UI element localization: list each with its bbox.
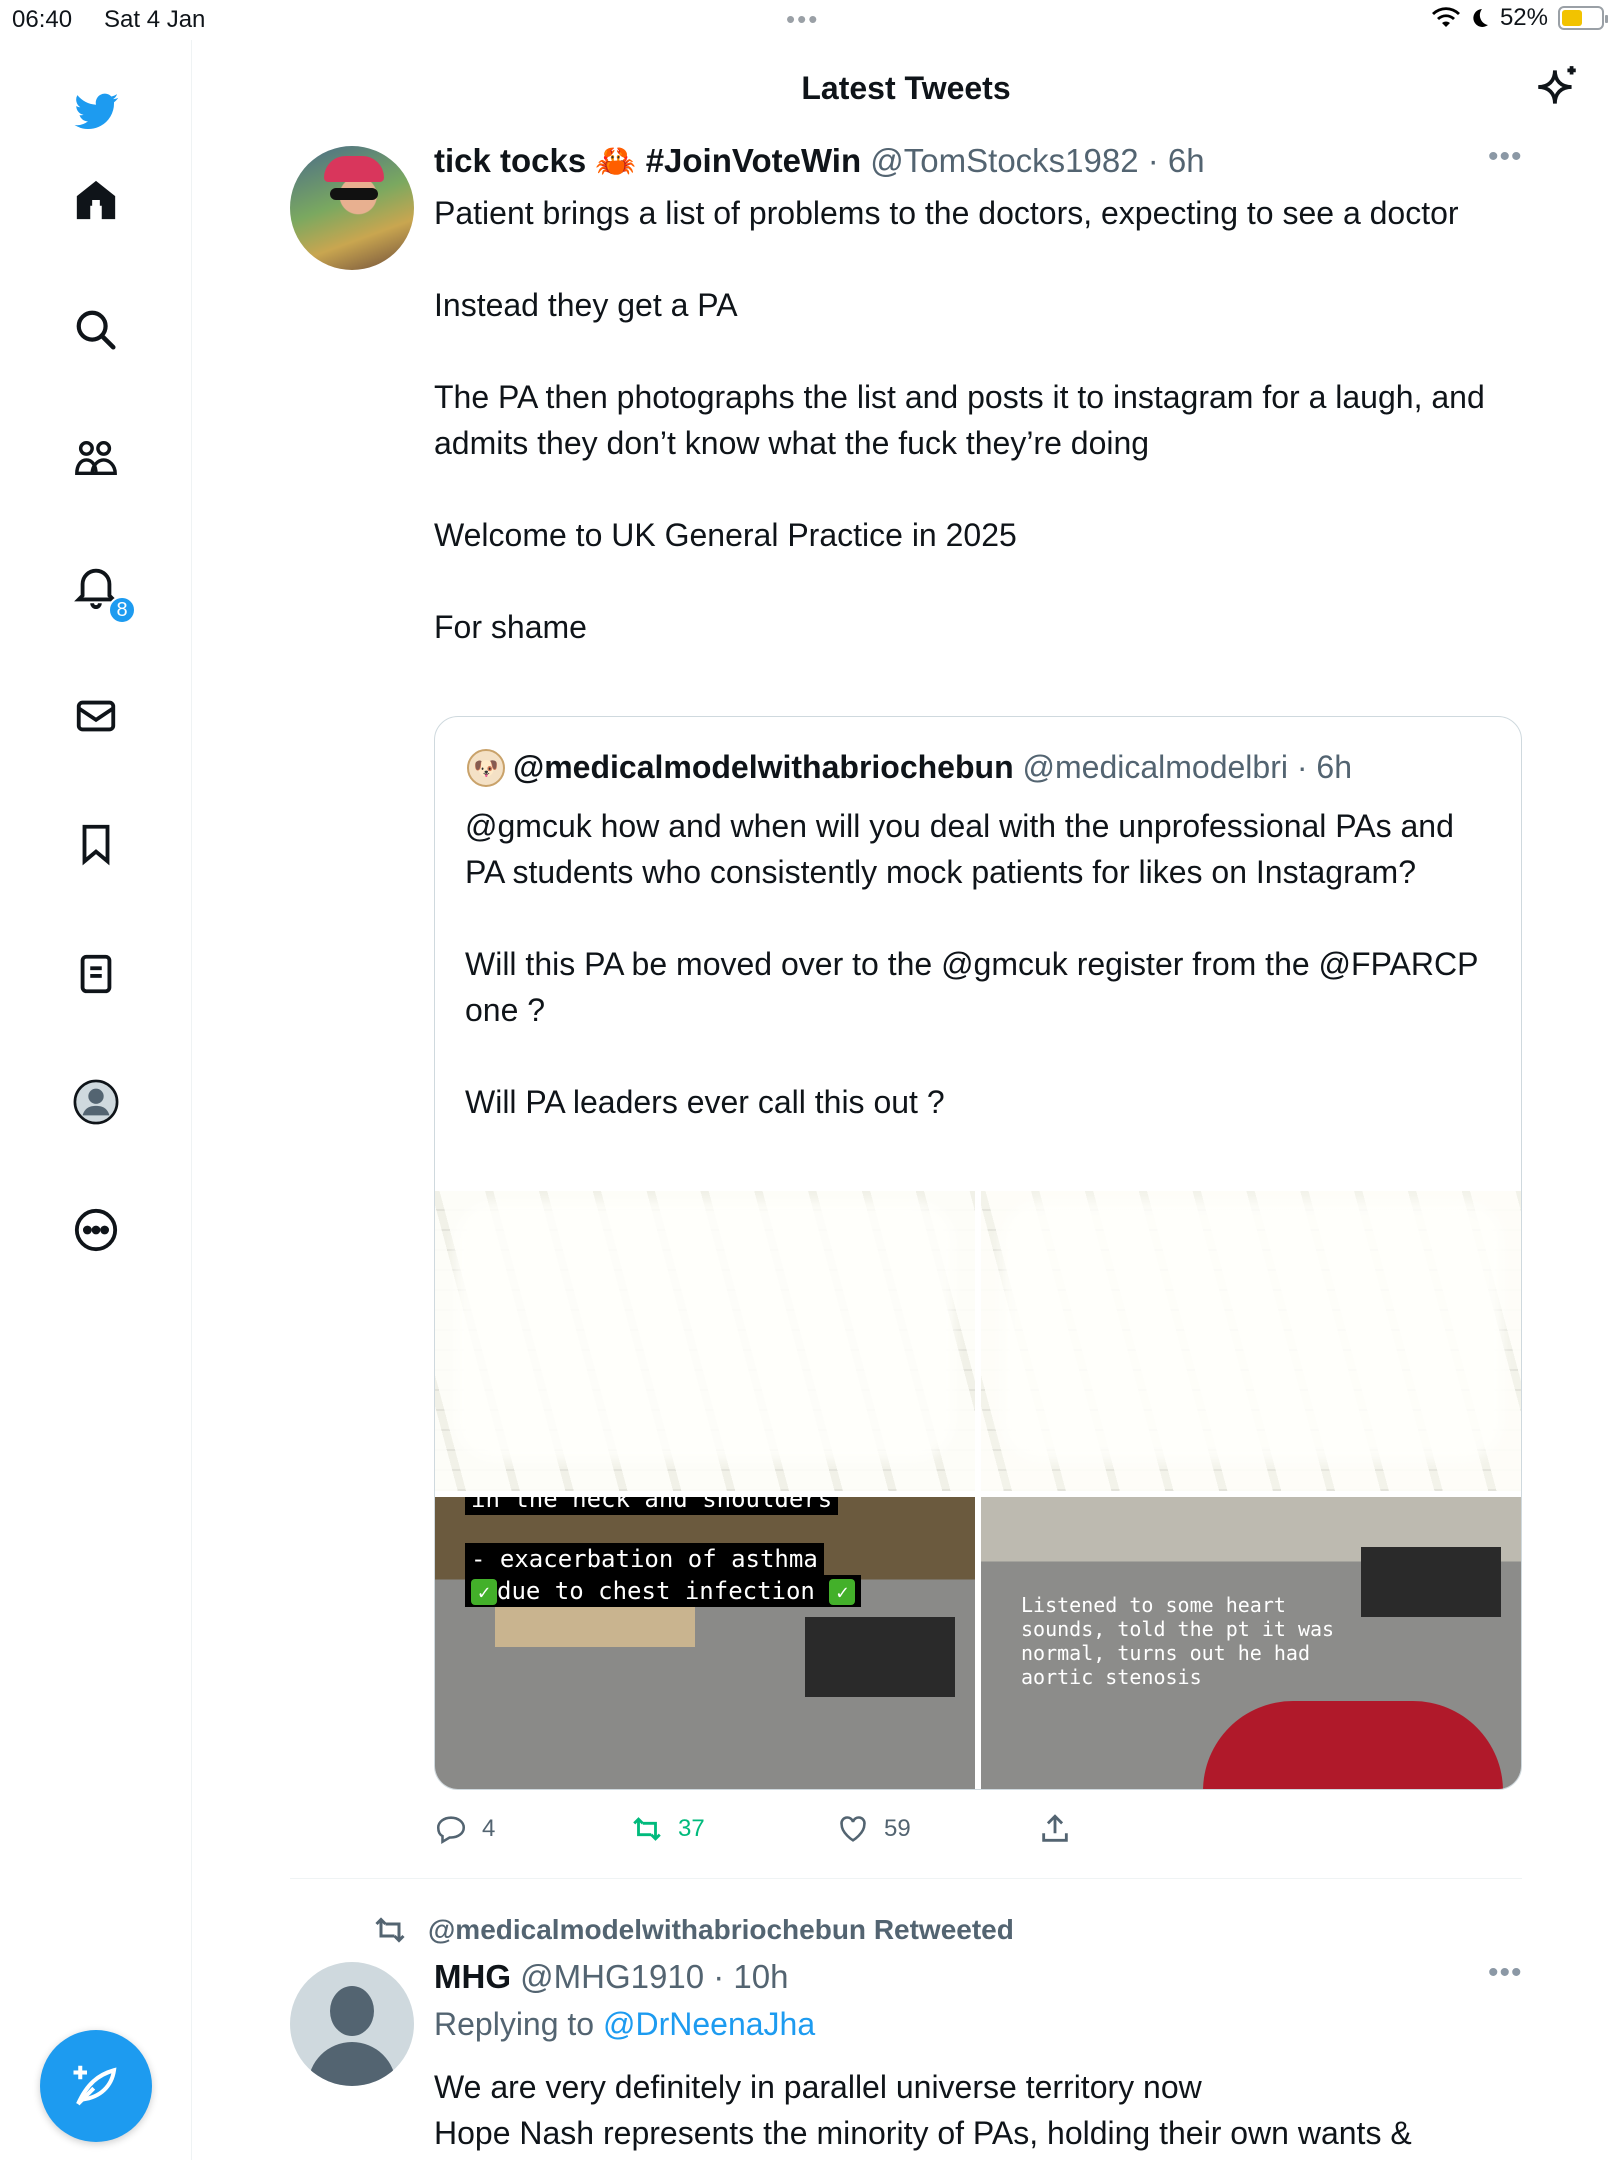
feather-plus-icon bbox=[73, 2065, 117, 2106]
retweet-button[interactable]: 37 bbox=[630, 1812, 705, 1846]
quoted-header: @medicalmodelwithabriochebun @medicalmod… bbox=[513, 749, 1352, 785]
reply-button[interactable]: 4 bbox=[434, 1812, 495, 1846]
heart-icon bbox=[840, 1816, 866, 1842]
quoted-paragraph: Will this PA be moved over to the @gmcuk… bbox=[465, 946, 1478, 1028]
list-icon[interactable] bbox=[68, 946, 124, 1002]
replying-prefix: Replying to bbox=[434, 2006, 595, 2042]
tweet-avatar[interactable] bbox=[290, 1962, 414, 2086]
twitter-logo-icon[interactable] bbox=[68, 84, 124, 140]
author-name-suffix: #JoinVoteWin bbox=[645, 142, 862, 179]
tweet-more-icon[interactable]: ••• bbox=[1488, 140, 1523, 174]
bookmark-icon[interactable] bbox=[68, 816, 124, 872]
wifi-icon bbox=[1431, 7, 1460, 28]
battery-percent: 52% bbox=[1499, 4, 1548, 31]
media-caption-line: due to chest infection bbox=[497, 1577, 815, 1605]
tweet-avatar[interactable] bbox=[290, 146, 414, 270]
retweet-icon bbox=[375, 1917, 405, 1943]
quoted-author-name: @medicalmodelwithabriochebun bbox=[513, 749, 1014, 785]
tweet-paragraph: Welcome to UK General Practice in 2025 bbox=[434, 517, 1017, 553]
sparkle-icon[interactable] bbox=[1532, 62, 1582, 112]
more-circle-icon[interactable] bbox=[68, 1202, 124, 1258]
tweet-text: We are very definitely in parallel unive… bbox=[434, 2064, 1534, 2156]
moon-icon bbox=[1473, 9, 1488, 27]
tweet-more-icon[interactable]: ••• bbox=[1488, 1956, 1523, 1990]
tweet-time[interactable]: 10h bbox=[733, 1958, 788, 1995]
tweet-text: Patient brings a list of problems to the… bbox=[434, 190, 1504, 696]
crab-emoji-icon: 🦀 bbox=[595, 142, 637, 179]
tweet-paragraph: Patient brings a list of problems to the… bbox=[434, 195, 1459, 231]
compose-tweet-button[interactable] bbox=[40, 2030, 152, 2142]
author-name[interactable]: MHG bbox=[434, 1958, 511, 1995]
media-image-2[interactable] bbox=[981, 1191, 1521, 1491]
chair-shape bbox=[1203, 1701, 1503, 1789]
media-image-3[interactable]: in the neck and shoulders - exacerbation… bbox=[435, 1497, 975, 1789]
tweet-divider bbox=[290, 1878, 1522, 1879]
retweet-icon bbox=[633, 1817, 661, 1841]
replying-to-link[interactable]: @DrNeenaJha bbox=[603, 2006, 815, 2042]
profile-icon[interactable] bbox=[68, 1074, 124, 1130]
checkmark-icon: ✓ bbox=[829, 1579, 856, 1605]
home-icon[interactable] bbox=[68, 172, 124, 228]
share-button[interactable] bbox=[1038, 1812, 1072, 1846]
tweet-header: MHG @MHG1910 · 10h bbox=[434, 1958, 789, 1995]
retweeted-label: @medicalmodelwithabriochebun Retweeted bbox=[372, 1912, 1014, 1948]
multitasking-dots[interactable]: ••• bbox=[786, 4, 819, 35]
status-time: 06:40 bbox=[12, 6, 73, 33]
tweet-paragraph: For shame bbox=[434, 609, 587, 645]
media-caption: Listened to some heart sounds, told the … bbox=[1021, 1593, 1335, 1689]
reply-icon bbox=[436, 1816, 466, 1845]
quoted-tweet-time: 6h bbox=[1316, 749, 1352, 785]
quoted-text: @gmcuk how and when will you deal with t… bbox=[465, 803, 1495, 1171]
status-date: Sat 4 Jan bbox=[104, 6, 206, 33]
page-title: Latest Tweets bbox=[801, 70, 1011, 106]
tweet-line: Hope Nash represents the minority of PAs… bbox=[434, 2115, 1412, 2151]
tweet-paragraph: Instead they get a PA bbox=[434, 287, 738, 323]
status-bar: 06:40 Sat 4 Jan ••• 52% bbox=[0, 0, 1620, 40]
author-handle[interactable]: @TomStocks1982 bbox=[870, 142, 1138, 179]
author-handle[interactable]: @MHG1910 bbox=[520, 1958, 704, 1995]
media-image-4[interactable]: Listened to some heart sounds, told the … bbox=[981, 1497, 1521, 1789]
media-image-1[interactable] bbox=[435, 1191, 975, 1491]
quoted-paragraph: Will PA leaders ever call this out ? bbox=[465, 1084, 945, 1120]
communities-icon[interactable] bbox=[68, 430, 124, 486]
tweet-line: We are very definitely in parallel unive… bbox=[434, 2069, 1202, 2105]
status-right: 52% bbox=[1431, 4, 1608, 32]
battery-icon bbox=[1558, 6, 1608, 30]
tweet-time[interactable]: 6h bbox=[1168, 142, 1205, 179]
tweet-header: tick tocks 🦀 #JoinVoteWin @TomStocks1982… bbox=[434, 142, 1205, 179]
media-caption-line: in the neck and shoulders bbox=[465, 1497, 839, 1515]
media-caption-line: - exacerbation of asthma bbox=[465, 1543, 824, 1575]
quoted-author-handle: @medicalmodelbri bbox=[1022, 749, 1288, 785]
tweet-paragraph: The PA then photographs the list and pos… bbox=[434, 379, 1485, 461]
notification-badge: 8 bbox=[108, 596, 136, 624]
search-icon[interactable] bbox=[68, 302, 124, 358]
author-name[interactable]: tick tocks bbox=[434, 142, 586, 179]
replying-to: Replying to @DrNeenaJha bbox=[434, 2006, 815, 2043]
checkmark-icon: ✓ bbox=[471, 1579, 497, 1605]
retweet-count: 37 bbox=[678, 1815, 705, 1842]
quoted-avatar: 🐶 bbox=[467, 749, 505, 787]
like-count: 59 bbox=[884, 1815, 911, 1842]
like-button[interactable]: 59 bbox=[836, 1812, 911, 1846]
reply-count: 4 bbox=[482, 1815, 496, 1842]
envelope-icon[interactable] bbox=[68, 688, 124, 744]
quoted-tweet[interactable]: 🐶 @medicalmodelwithabriochebun @medicalm… bbox=[434, 716, 1522, 1790]
sidebar: 8 bbox=[0, 40, 192, 2160]
tweet-actions: 4 37 59 bbox=[434, 1812, 1094, 1852]
share-icon bbox=[1042, 1814, 1068, 1842]
quoted-paragraph: @gmcuk how and when will you deal with t… bbox=[465, 808, 1454, 890]
retweeted-by[interactable]: @medicalmodelwithabriochebun Retweeted bbox=[428, 1914, 1014, 1946]
media-grid: in the neck and shoulders - exacerbation… bbox=[435, 1191, 1521, 1789]
